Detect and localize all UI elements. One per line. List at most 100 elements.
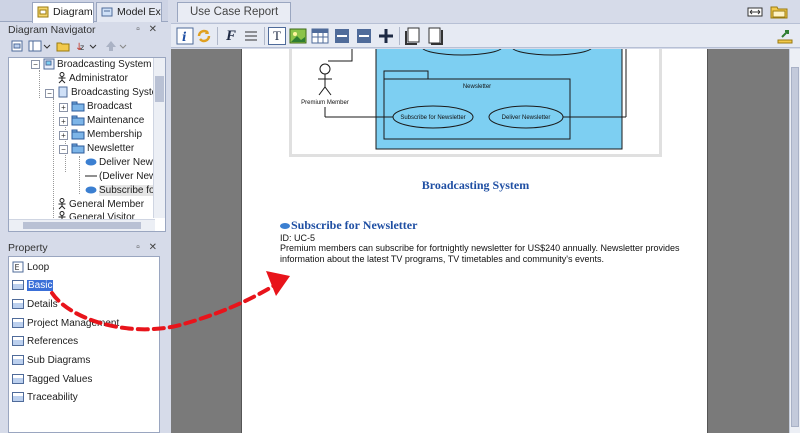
property-sheet-icon xyxy=(12,355,24,366)
navigator-panel-controls[interactable]: ▫ ✕ xyxy=(136,22,160,38)
report-page: Newsletter Subscribe for Newsletter Deli… xyxy=(241,49,708,433)
package-icon xyxy=(71,129,85,140)
tab-label: Model Exp... xyxy=(117,6,161,18)
up-arrow-icon[interactable] xyxy=(104,39,118,53)
tree-node-membership[interactable]: Membership xyxy=(71,128,142,142)
new-diagram-icon[interactable] xyxy=(10,39,24,53)
tree-node-broadcast[interactable]: Broadcast xyxy=(71,100,132,114)
add-icon[interactable] xyxy=(377,27,395,45)
svg-text:z: z xyxy=(80,43,84,52)
property-panel-controls[interactable]: ▫ ✕ xyxy=(136,240,160,256)
property-item-traceability[interactable]: Traceability xyxy=(12,390,78,405)
property-sheet-icon xyxy=(12,392,24,403)
tree-node-subscribe[interactable]: Subscribe for xyxy=(85,184,158,198)
property-item-loop[interactable]: E Loop xyxy=(12,260,49,275)
association-icon xyxy=(85,175,97,177)
section-break-icon[interactable] xyxy=(355,27,373,45)
tree-node-root[interactable]: Broadcasting System xyxy=(43,58,152,72)
system-icon xyxy=(58,86,68,98)
insert-text-button[interactable]: T xyxy=(268,27,286,45)
property-title: Property xyxy=(8,242,48,254)
use-case-icon xyxy=(85,186,97,194)
text-style-button[interactable]: F xyxy=(222,27,240,45)
expand-toggle[interactable]: − xyxy=(31,60,40,69)
use-case-description: Premium members can subscribe for fortni… xyxy=(280,243,680,264)
navigator-header: Diagram Navigator ▫ ✕ xyxy=(8,22,160,38)
scrollbar-thumb[interactable] xyxy=(791,67,799,427)
expand-toggle[interactable]: − xyxy=(45,89,54,98)
open-folder-icon[interactable] xyxy=(770,4,788,20)
property-item-details[interactable]: Details xyxy=(12,297,58,312)
layout-icon[interactable] xyxy=(28,39,42,53)
expand-toggle[interactable]: + xyxy=(59,131,68,140)
editor-top-icons xyxy=(746,4,794,20)
tree-node-deliver-link[interactable]: (Deliver News xyxy=(85,170,161,184)
insert-table-icon[interactable] xyxy=(311,27,329,45)
report-toolbar: i F T xyxy=(171,23,800,48)
tab-diagram-navigator[interactable]: Diagram N... xyxy=(32,2,94,23)
property-item-sub-diagrams[interactable]: Sub Diagrams xyxy=(12,353,90,368)
export-icon[interactable] xyxy=(776,27,794,45)
property-item-references[interactable]: References xyxy=(12,334,78,349)
bullet-list-icon[interactable] xyxy=(242,27,260,45)
page-setup-icon[interactable] xyxy=(404,27,422,45)
scrollbar-thumb[interactable] xyxy=(155,76,164,102)
tree-node-administrator[interactable]: Administrator xyxy=(57,72,128,86)
property-item-basic[interactable]: Basic xyxy=(12,278,54,293)
chevron-down-icon[interactable] xyxy=(43,39,51,53)
tab-use-case-report[interactable]: Use Case Report xyxy=(177,2,292,22)
tree-node-newsletter[interactable]: Newsletter xyxy=(71,142,134,156)
scrollbar-thumb[interactable] xyxy=(23,222,141,229)
diagram-icon xyxy=(43,58,55,70)
property-sheet-icon xyxy=(12,318,24,329)
info-icon[interactable]: i xyxy=(176,27,194,45)
svg-text:E: E xyxy=(15,263,20,272)
actor-icon xyxy=(58,198,66,210)
tab-label: Use Case Report xyxy=(190,6,279,18)
actor-icon xyxy=(58,72,66,84)
property-item-project-management[interactable]: Project Management xyxy=(12,316,119,331)
use-case-id: ID: UC-5 xyxy=(280,233,316,243)
loop-icon: E xyxy=(12,261,24,273)
tree-node-system[interactable]: Broadcasting System xyxy=(57,86,165,100)
property-list: E Loop Basic Details Project Management R… xyxy=(8,256,160,433)
property-sheet-icon xyxy=(12,374,24,385)
expand-toggle[interactable]: + xyxy=(59,117,68,126)
svg-text:i: i xyxy=(182,30,187,44)
fit-window-icon[interactable] xyxy=(746,4,764,20)
chevron-down-icon[interactable] xyxy=(119,39,127,53)
diagram-navigator-icon xyxy=(37,6,49,18)
tab-model-explorer[interactable]: Model Exp... xyxy=(96,2,162,22)
use-case-heading: Subscribe for Newsletter xyxy=(280,218,417,233)
left-pane: Diagram N... Model Exp... Diagram Naviga… xyxy=(0,0,168,433)
report-viewport: Newsletter Subscribe for Newsletter Deli… xyxy=(171,49,789,433)
report-editor: Use Case Report i F T Newsletter Subscri… xyxy=(171,0,800,433)
tree-node-general-member[interactable]: General Member xyxy=(57,198,144,212)
property-header: Property ▫ ✕ xyxy=(8,240,160,256)
sort-icon[interactable]: ↓z xyxy=(74,39,88,53)
folder-icon[interactable] xyxy=(56,39,70,53)
property-item-tagged-values[interactable]: Tagged Values xyxy=(12,372,92,387)
property-sheet-icon xyxy=(12,280,24,291)
page-break-icon[interactable] xyxy=(333,27,351,45)
expand-toggle[interactable]: + xyxy=(59,103,68,112)
package-tab xyxy=(383,70,429,80)
insert-image-icon[interactable] xyxy=(289,27,307,45)
use-case-icon xyxy=(280,223,290,230)
expand-toggle[interactable]: − xyxy=(59,145,68,154)
report-vertical-scrollbar[interactable] xyxy=(789,49,800,433)
tab-label: Diagram N... xyxy=(53,6,93,18)
use-case-deliver-label: Deliver Newsletter xyxy=(502,115,551,121)
navigator-toolbar: ↓ z xyxy=(8,38,160,56)
navigator-title: Diagram Navigator xyxy=(8,24,96,36)
report-caption: Broadcasting System xyxy=(421,178,530,192)
page-layout-icon[interactable] xyxy=(427,27,445,45)
tree-node-maintenance[interactable]: Maintenance xyxy=(71,114,144,128)
tree-vertical-scrollbar[interactable] xyxy=(153,58,165,218)
left-tab-strip: Diagram N... Model Exp... xyxy=(0,0,168,23)
property-sheet-icon xyxy=(12,299,24,310)
chevron-down-icon[interactable] xyxy=(89,39,97,53)
use-case-title: Subscribe for Newsletter xyxy=(291,218,418,232)
refresh-icon[interactable] xyxy=(195,27,213,45)
tree-horizontal-scrollbar[interactable] xyxy=(9,219,155,231)
